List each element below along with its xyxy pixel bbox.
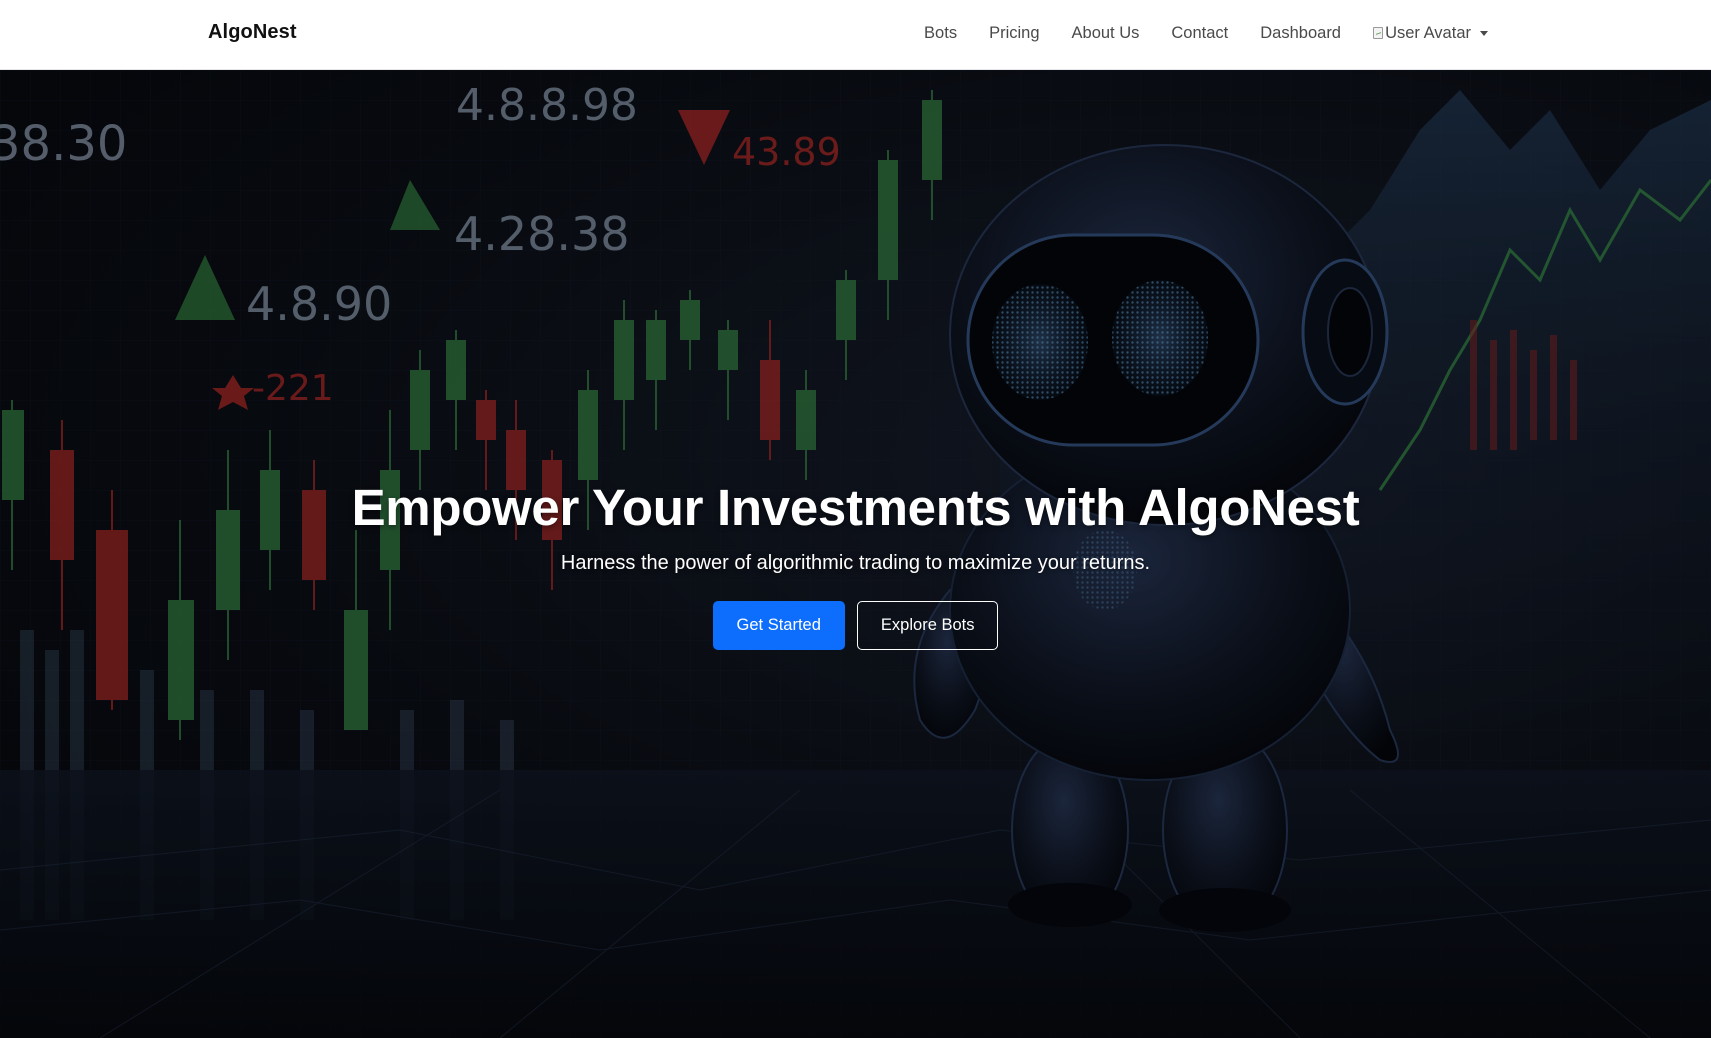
hero-title: Empower Your Investments with AlgoNest bbox=[351, 479, 1360, 536]
nav-link-dashboard[interactable]: Dashboard bbox=[1260, 22, 1341, 44]
navbar: AlgoNest Bots Pricing About Us Contact D… bbox=[0, 0, 1711, 70]
nav-link-bots[interactable]: Bots bbox=[924, 22, 957, 44]
hero-content: Empower Your Investments with AlgoNest H… bbox=[0, 478, 1711, 650]
caret-down-icon[interactable] bbox=[1480, 30, 1488, 36]
nav-link-contact[interactable]: Contact bbox=[1171, 22, 1228, 44]
avatar-alt-text: User Avatar bbox=[1385, 23, 1471, 42]
user-menu-dropdown[interactable]: User Avatar bbox=[1373, 22, 1488, 44]
hero-section: 38.30 4.8.8.98 43.89 4.28.38 4.8.90 -221 bbox=[0, 70, 1711, 1038]
hero-buttons: Get Started Explore Bots bbox=[0, 601, 1711, 650]
nav-link-about-us[interactable]: About Us bbox=[1072, 22, 1140, 44]
brand-logo[interactable]: AlgoNest bbox=[208, 21, 297, 44]
nav-links: Bots Pricing About Us Contact Dashboard … bbox=[924, 22, 1488, 44]
get-started-button[interactable]: Get Started bbox=[712, 601, 845, 650]
broken-image-icon bbox=[1373, 27, 1384, 39]
avatar[interactable]: User Avatar bbox=[1373, 22, 1471, 44]
explore-bots-button[interactable]: Explore Bots bbox=[856, 601, 999, 650]
hero-subtitle: Harness the power of algorithmic trading… bbox=[560, 552, 1151, 574]
nav-link-pricing[interactable]: Pricing bbox=[989, 22, 1039, 44]
